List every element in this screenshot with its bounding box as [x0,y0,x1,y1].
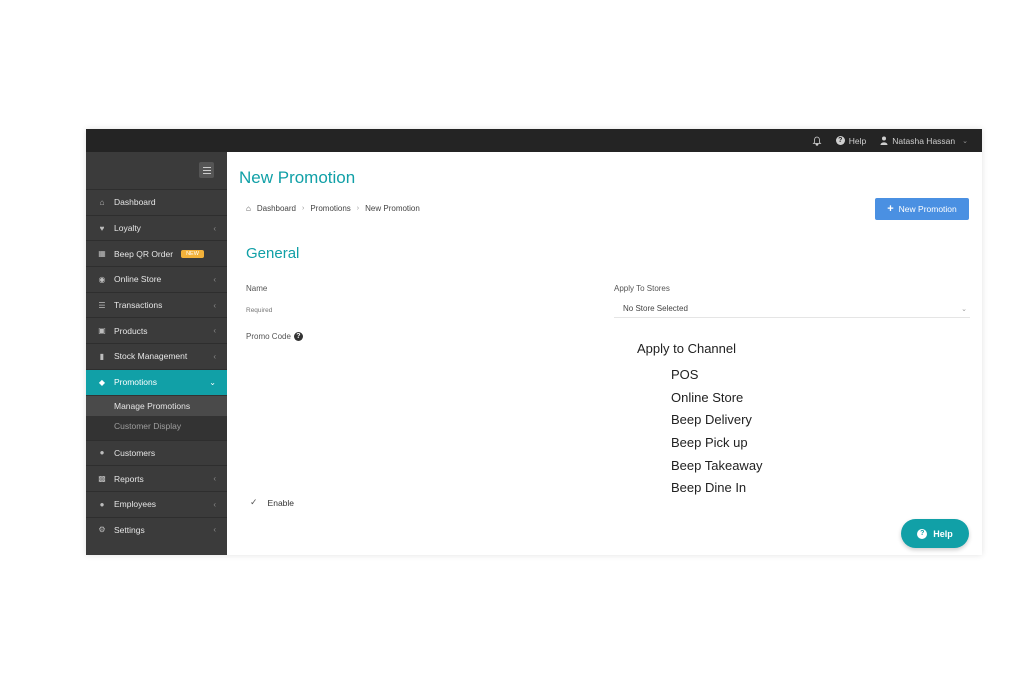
chevron-left-icon: ‹ [213,223,216,233]
home-icon: ⌂ [99,197,105,207]
menu-toggle-icon[interactable] [199,162,214,178]
section-title: General [246,245,300,262]
chevron-left-icon: ‹ [213,499,216,509]
user-name: Natasha Hassan [892,135,956,146]
sidebar-subitem-customer-display[interactable]: Customer Display [86,416,227,436]
sidebar-item-stock-management[interactable]: ▮ Stock Management ‹ [86,343,227,369]
list-icon: ☰ [98,300,106,310]
channel-option-pos[interactable]: POS [671,364,763,387]
globe-icon: ◉ [98,274,106,284]
help-label: Help [848,135,867,146]
sidebar-item-label: Beep QR Order [114,248,174,259]
heart-icon: ♥ [99,223,105,233]
home-icon: ⌂ [246,204,251,213]
chevron-right-icon: › [356,205,360,212]
qr-icon: ▦ [98,249,106,259]
sidebar-item-beep-qr-order[interactable]: ▦ Beep QR Order NEW [86,240,227,266]
channel-option-beep-pick-up[interactable]: Beep Pick up [671,432,763,455]
sidebar-item-label: Stock Management [114,351,188,362]
sidebar-item-online-store[interactable]: ◉ Online Store ‹ [86,266,227,292]
gears-icon: ⚙ [98,525,106,535]
question-circle-icon: ? [835,136,845,145]
promo-code-label-row: Promo Code ? [246,332,303,341]
sidebar-item-reports[interactable]: ▩ Reports ‹ [86,465,227,491]
sidebar-item-label: Customers [114,447,156,458]
breadcrumb: ⌂ Dashboard › Promotions › New Promotion [246,204,420,213]
sidebar-item-label: Online Store [114,274,162,285]
sidebar-subitem-manage-promotions[interactable]: Manage Promotions [86,395,227,416]
sidebar-item-label: Settings [114,524,145,535]
plus-icon: + [887,203,894,215]
stores-label: Apply To Stores [614,284,670,293]
main-content: New Promotion ⌂ Dashboard › Promotions ›… [227,152,982,555]
chevron-left-icon: ‹ [213,274,216,284]
chevron-left-icon: ‹ [213,351,216,361]
breadcrumb-dashboard[interactable]: Dashboard [257,204,296,213]
sidebar-header [86,152,227,189]
chevron-left-icon: ‹ [213,326,216,336]
help-widget-button[interactable]: ? Help [901,519,969,548]
sidebar-item-label: Transactions [114,300,163,311]
question-circle-icon: ? [917,528,928,539]
breadcrumb-current: New Promotion [365,204,420,213]
chevron-down-icon: ⌄ [962,137,968,145]
sidebar: ⌂ Dashboard ♥ Loyalty ‹ ▦ Beep QR Order … [86,152,227,555]
app-window: ? Help Natasha Hassan ⌄ ⌂ Dashboard ♥ Lo… [86,129,982,555]
channel-option-online-store[interactable]: Online Store [671,387,763,410]
sidebar-item-label: Employees [114,499,157,510]
channel-option-beep-takeaway[interactable]: Beep Takeaway [671,455,763,478]
chevron-left-icon: ‹ [213,525,216,535]
name-input[interactable] [246,304,586,316]
enable-checkbox[interactable]: ✓ Enable [250,497,294,508]
sidebar-item-settings[interactable]: ⚙ Settings ‹ [86,516,227,543]
stores-value: No Store Selected [623,304,688,313]
promotions-submenu: Manage Promotions Customer Display [86,394,227,440]
help-widget-label: Help [933,528,953,539]
cart-icon: ▣ [98,326,106,336]
sidebar-item-customers[interactable]: ● Customers [86,439,227,466]
sidebar-item-dashboard[interactable]: ⌂ Dashboard [86,189,227,215]
stores-select[interactable]: No Store Selected ⌄ [614,300,970,318]
help-link[interactable]: ? Help [835,135,867,146]
channel-title: Apply to Channel [637,341,737,356]
new-promotion-label: New Promotion [898,204,957,214]
question-circle-icon[interactable]: ? [293,332,303,341]
chevron-down-icon: ⌄ [961,305,967,313]
sidebar-item-transactions[interactable]: ☰ Transactions ‹ [86,291,227,318]
top-bar: ? Help Natasha Hassan ⌄ [86,129,982,152]
tag-icon: ◆ [98,377,106,387]
bar-chart-icon: ▩ [98,474,106,484]
chevron-left-icon: ‹ [213,300,216,310]
sidebar-item-products[interactable]: ▣ Products ‹ [86,317,227,343]
user-menu[interactable]: Natasha Hassan ⌄ [880,136,968,146]
channel-option-beep-delivery[interactable]: Beep Delivery [671,409,763,432]
new-badge: NEW [181,249,204,258]
sidebar-item-promotions[interactable]: ◆ Promotions ⌄ [86,368,227,395]
breadcrumb-promotions[interactable]: Promotions [310,204,350,213]
chevron-down-icon: ⌄ [209,377,216,387]
person-icon: ● [99,499,105,509]
chevron-right-icon: › [301,205,305,212]
sidebar-item-label: Products [114,325,148,336]
user-icon [880,136,888,145]
page-title: New Promotion [239,168,356,187]
sidebar-item-label: Reports [114,473,144,484]
barcode-icon: ▮ [99,351,105,361]
new-promotion-button[interactable]: + New Promotion [875,198,969,220]
name-label: Name [246,284,268,293]
users-icon: ● [99,448,105,458]
check-icon: ✓ [250,497,258,507]
channel-list: POS Online Store Beep Delivery Beep Pick… [671,364,763,500]
enable-label: Enable [267,497,295,508]
sidebar-item-employees[interactable]: ● Employees ‹ [86,490,227,517]
promo-code-label: Promo Code [246,332,291,341]
sidebar-item-label: Dashboard [114,197,156,208]
notifications-bell-icon[interactable] [812,136,822,146]
sidebar-item-label: Loyalty [114,223,141,234]
chevron-left-icon: ‹ [213,474,216,484]
channel-option-beep-dine-in[interactable]: Beep Dine In [671,477,763,500]
sidebar-item-loyalty[interactable]: ♥ Loyalty ‹ [86,214,227,241]
sidebar-item-label: Promotions [114,377,157,388]
